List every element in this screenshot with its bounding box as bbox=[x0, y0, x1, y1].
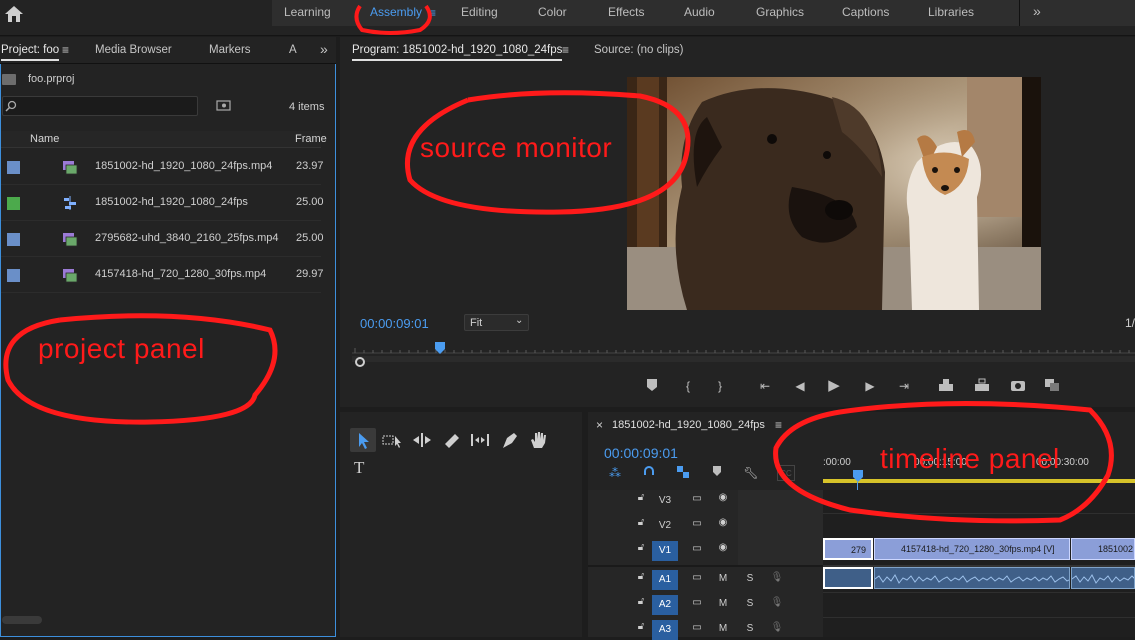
annotation-timeline-panel: timeline panel bbox=[880, 443, 1060, 474]
annotation-layer bbox=[3, 4, 1114, 524]
annotation-project-panel: project panel bbox=[38, 333, 205, 364]
annotation-source-monitor: source monitor bbox=[420, 132, 613, 163]
